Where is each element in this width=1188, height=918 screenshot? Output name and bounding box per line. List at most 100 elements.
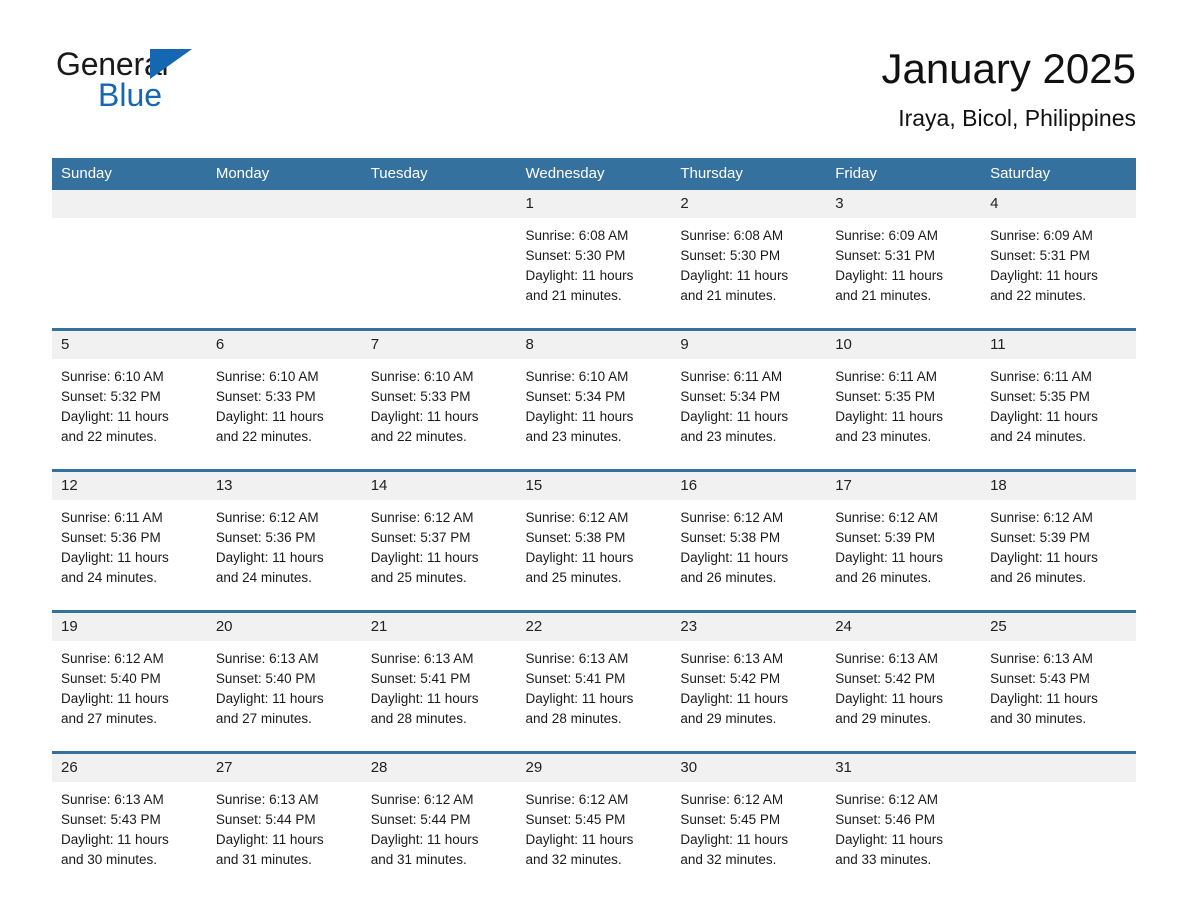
day-number: 7 (361, 331, 517, 359)
day-number: 29 (516, 754, 672, 782)
sunrise-text: Sunrise: 6:12 AM (680, 510, 784, 525)
day-cell[interactable]: 20 Sunrise: 6:13 AM Sunset: 5:40 PM Dayligh… (206, 613, 362, 741)
day-cell[interactable]: 7 Sunrise: 6:10 AM Sunset: 5:33 PM Daylight… (361, 331, 517, 459)
day-cell[interactable]: 6 Sunrise: 6:10 AM Sunset: 5:33 PM Daylight… (206, 331, 362, 459)
title-block: January 2025 Iraya, Bicol, Philippines (881, 44, 1136, 133)
daylight-text-line1: Daylight: 11 hours (835, 409, 944, 424)
sunset-text: Sunset: 5:41 PM (525, 671, 626, 686)
daylight-text-line2: and 25 minutes. (370, 570, 467, 585)
day-cell[interactable]: 21 Sunrise: 6:13 AM Sunset: 5:41 PM Dayligh… (361, 613, 517, 741)
day-number: 17 (826, 472, 982, 500)
sunrise-text: Sunrise: 6:13 AM (835, 651, 939, 666)
day-cell[interactable]: 19 Sunrise: 6:12 AM Sunset: 5:40 PM Dayligh… (52, 613, 207, 741)
day-details: Sunrise: 6:12 AM Sunset: 5:40 PM Daylight:… (52, 641, 207, 729)
daylight-text-line1: Daylight: 11 hours (370, 409, 479, 424)
day-details: Sunrise: 6:13 AM Sunset: 5:41 PM Daylight:… (362, 641, 517, 729)
day-number (361, 190, 517, 218)
sunset-text: Sunset: 5:35 PM (835, 389, 936, 404)
day-details: Sunrise: 6:10 AM Sunset: 5:34 PM Daylight:… (517, 359, 672, 447)
daylight-text-line1: Daylight: 11 hours (215, 550, 324, 565)
day-details: Sunrise: 6:13 AM Sunset: 5:44 PM Daylight:… (207, 782, 362, 870)
week-gap (52, 459, 1136, 469)
triangle-logo-icon (150, 49, 192, 79)
sunset-text: Sunset: 5:32 PM (61, 389, 161, 404)
day-cell[interactable]: 3 Sunrise: 6:09 AM Sunset: 5:31 PM Daylight… (826, 190, 982, 318)
daylight-text-line1: Daylight: 11 hours (680, 409, 789, 424)
day-number: 9 (671, 331, 827, 359)
weekday-header-monday: Monday (206, 158, 362, 190)
day-cell[interactable]: 22 Sunrise: 6:13 AM Sunset: 5:41 PM Dayligh… (516, 613, 672, 741)
sunset-text: Sunset: 5:45 PM (525, 812, 626, 827)
day-details: Sunrise: 6:08 AM Sunset: 5:30 PM Daylight:… (671, 218, 826, 306)
day-cell[interactable]: 18 Sunrise: 6:12 AM Sunset: 5:39 PM Dayligh… (981, 472, 1136, 600)
daylight-text-line2: and 30 minutes. (61, 852, 158, 867)
day-details: Sunrise: 6:12 AM Sunset: 5:38 PM Daylight:… (517, 500, 672, 588)
sunrise-text: Sunrise: 6:12 AM (215, 510, 319, 525)
week-gap (52, 318, 1136, 328)
day-cell[interactable]: 31 Sunrise: 6:12 AM Sunset: 5:46 PM Dayligh… (826, 754, 982, 882)
day-cell[interactable]: 26 Sunrise: 6:13 AM Sunset: 5:43 PM Dayligh… (52, 754, 207, 882)
daylight-text-line1: Daylight: 11 hours (990, 550, 1098, 565)
day-cell[interactable]: 11 Sunrise: 6:11 AM Sunset: 5:35 PM Dayligh… (981, 331, 1136, 459)
day-number: 4 (981, 190, 1136, 218)
sunset-text: Sunset: 5:34 PM (525, 389, 626, 404)
day-cell[interactable]: 1 Sunrise: 6:08 AM Sunset: 5:30 PM Daylight… (516, 190, 672, 318)
day-number: 28 (361, 754, 517, 782)
day-cell[interactable]: 30 Sunrise: 6:12 AM Sunset: 5:45 PM Dayligh… (671, 754, 827, 882)
day-cell[interactable]: 8 Sunrise: 6:10 AM Sunset: 5:34 PM Daylight… (516, 331, 672, 459)
page-header: General Blue January 2025 Iraya, Bicol, … (56, 0, 1136, 131)
sunrise-text: Sunrise: 6:12 AM (370, 792, 474, 807)
sunset-text: Sunset: 5:36 PM (61, 530, 161, 545)
weekday-header-sunday: Sunday (52, 158, 207, 190)
day-cell[interactable]: 16 Sunrise: 6:12 AM Sunset: 5:38 PM Dayligh… (671, 472, 827, 600)
sunset-text: Sunset: 5:38 PM (680, 530, 781, 545)
day-cell[interactable]: 17 Sunrise: 6:12 AM Sunset: 5:39 PM Dayligh… (826, 472, 982, 600)
day-cell[interactable]: 24 Sunrise: 6:13 AM Sunset: 5:42 PM Dayligh… (826, 613, 982, 741)
day-cell[interactable]: 4 Sunrise: 6:09 AM Sunset: 5:31 PM Daylight… (981, 190, 1136, 318)
sunrise-text: Sunrise: 6:11 AM (680, 369, 783, 384)
daylight-text-line1: Daylight: 11 hours (370, 550, 479, 565)
day-cell[interactable]: 2 Sunrise: 6:08 AM Sunset: 5:30 PM Daylight… (671, 190, 827, 318)
sunset-text: Sunset: 5:33 PM (215, 389, 316, 404)
daylight-text-line1: Daylight: 11 hours (525, 550, 634, 565)
sunset-text: Sunset: 5:37 PM (370, 530, 471, 545)
daylight-text-line2: and 28 minutes. (370, 711, 467, 726)
day-cell[interactable]: 25 Sunrise: 6:13 AM Sunset: 5:43 PM Dayligh… (981, 613, 1136, 741)
day-cell[interactable]: 13 Sunrise: 6:12 AM Sunset: 5:36 PM Dayligh… (206, 472, 362, 600)
day-cell[interactable] (981, 754, 1136, 882)
day-cell[interactable]: 27 Sunrise: 6:13 AM Sunset: 5:44 PM Dayligh… (206, 754, 362, 882)
sunset-text: Sunset: 5:39 PM (990, 530, 1090, 545)
daylight-text-line1: Daylight: 11 hours (835, 691, 944, 706)
day-cell[interactable]: 28 Sunrise: 6:12 AM Sunset: 5:44 PM Dayligh… (361, 754, 517, 882)
sunset-text: Sunset: 5:39 PM (835, 530, 936, 545)
day-number: 26 (52, 754, 207, 782)
daylight-text-line1: Daylight: 11 hours (370, 691, 479, 706)
daylight-text-line2: and 27 minutes. (215, 711, 312, 726)
general-blue-logo[interactable]: General Blue (56, 45, 256, 123)
day-cell[interactable]: 15 Sunrise: 6:12 AM Sunset: 5:38 PM Dayligh… (516, 472, 672, 600)
daylight-text-line1: Daylight: 11 hours (61, 832, 169, 847)
day-cell[interactable]: 5 Sunrise: 6:10 AM Sunset: 5:32 PM Daylight… (52, 331, 207, 459)
weekday-header-friday: Friday (826, 158, 982, 190)
sunset-text: Sunset: 5:30 PM (680, 248, 781, 263)
day-cell[interactable] (361, 190, 517, 318)
sunset-text: Sunset: 5:38 PM (525, 530, 626, 545)
sunrise-text: Sunrise: 6:13 AM (525, 651, 629, 666)
day-cell[interactable]: 29 Sunrise: 6:12 AM Sunset: 5:45 PM Dayligh… (516, 754, 672, 882)
daylight-text-line2: and 22 minutes. (215, 429, 312, 444)
day-cell[interactable]: 12 Sunrise: 6:11 AM Sunset: 5:36 PM Dayligh… (52, 472, 207, 600)
day-cell[interactable]: 23 Sunrise: 6:13 AM Sunset: 5:42 PM Dayligh… (671, 613, 827, 741)
daylight-text-line1: Daylight: 11 hours (990, 409, 1098, 424)
day-cell[interactable]: 9 Sunrise: 6:11 AM Sunset: 5:34 PM Daylight… (671, 331, 827, 459)
sunrise-text: Sunrise: 6:08 AM (680, 228, 784, 243)
day-details: Sunrise: 6:12 AM Sunset: 5:45 PM Daylight:… (671, 782, 826, 870)
day-cell[interactable]: 10 Sunrise: 6:11 AM Sunset: 5:35 PM Dayligh… (826, 331, 982, 459)
daylight-text-line2: and 32 minutes. (525, 852, 622, 867)
day-cell[interactable]: 14 Sunrise: 6:12 AM Sunset: 5:37 PM Dayligh… (361, 472, 517, 600)
day-number: 2 (671, 190, 827, 218)
sunrise-text: Sunrise: 6:12 AM (370, 510, 474, 525)
day-cell[interactable] (52, 190, 207, 318)
day-details: Sunrise: 6:12 AM Sunset: 5:46 PM Daylight:… (826, 782, 981, 870)
day-details: Sunrise: 6:13 AM Sunset: 5:41 PM Daylight:… (517, 641, 672, 729)
day-cell[interactable] (206, 190, 362, 318)
